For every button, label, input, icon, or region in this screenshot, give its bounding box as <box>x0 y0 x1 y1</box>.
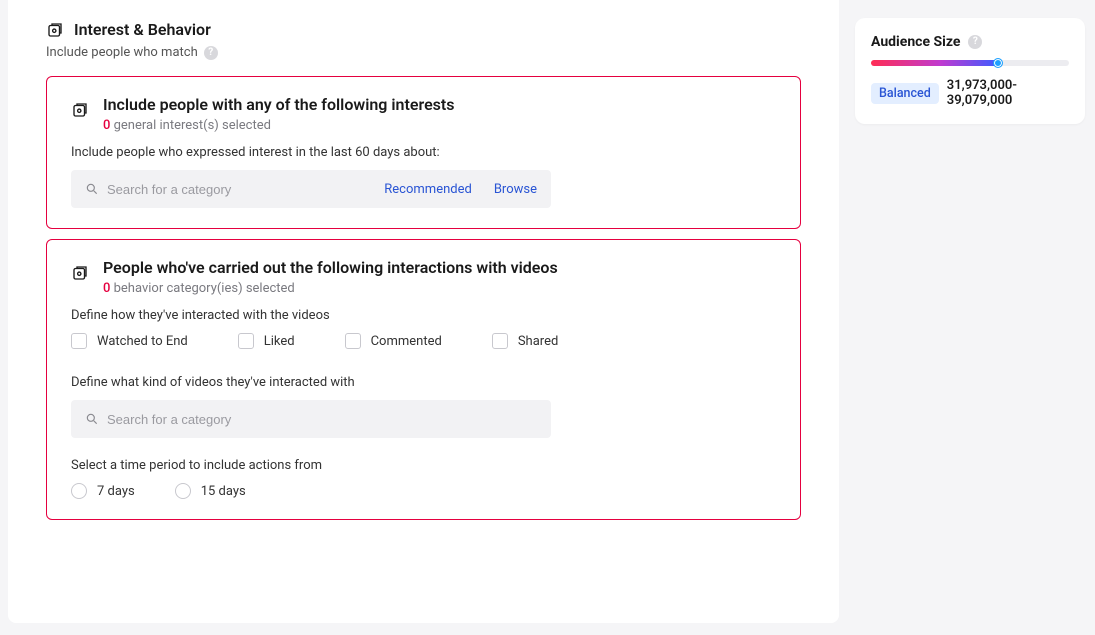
recommended-link[interactable]: Recommended <box>384 182 472 197</box>
behaviors-title: People who've carried out the following … <box>103 258 558 277</box>
checkbox-liked[interactable]: Liked <box>238 333 295 349</box>
checkbox-liked-input[interactable] <box>238 333 254 349</box>
behaviors-count: 0 behavior category(ies) selected <box>103 281 558 296</box>
audience-panel: Audience Size ? Balanced 31,973,000-39,0… <box>855 18 1085 124</box>
audience-size-fill <box>871 60 998 66</box>
interests-title: Include people with any of the following… <box>103 95 455 114</box>
interaction-checkboxes: Watched to End Liked Commented Shared <box>71 333 776 349</box>
section-title: Interest & Behavior <box>74 20 211 39</box>
video-kind-label: Define what kind of videos they've inter… <box>71 375 776 390</box>
search-icon <box>85 182 99 196</box>
radio-15days-input[interactable] <box>175 483 191 499</box>
interests-card: Include people with any of the following… <box>46 76 801 229</box>
main-panel: Interest & Behavior Include people who m… <box>8 0 839 623</box>
search-icon <box>85 412 99 426</box>
radio-7days[interactable]: 7 days <box>71 483 135 499</box>
radio-15days[interactable]: 15 days <box>175 483 246 499</box>
period-radios: 7 days 15 days <box>71 483 776 499</box>
section-header: Interest & Behavior <box>46 20 801 39</box>
section-subtitle: Include people who match ? <box>46 45 801 60</box>
checkbox-watched[interactable]: Watched to End <box>71 333 188 349</box>
radio-7days-input[interactable] <box>71 483 87 499</box>
interests-prompt: Include people who expressed interest in… <box>71 145 776 160</box>
interaction-label: Define how they've interacted with the v… <box>71 308 776 323</box>
checkbox-commented-input[interactable] <box>345 333 361 349</box>
audience-badge: Balanced <box>871 83 939 104</box>
behaviors-search-row <box>71 400 551 438</box>
interests-search-input[interactable] <box>107 182 376 197</box>
behaviors-search-input[interactable] <box>107 412 537 427</box>
checkbox-watched-input[interactable] <box>71 333 87 349</box>
side-panel: Audience Size ? Balanced 31,973,000-39,0… <box>855 0 1095 635</box>
interests-search-row: Recommended Browse <box>71 170 551 208</box>
audience-title: Audience Size ? <box>871 34 1069 50</box>
target-icon <box>71 95 89 119</box>
target-icon <box>46 21 64 39</box>
period-label: Select a time period to include actions … <box>71 458 776 473</box>
audience-size-bar <box>871 60 1069 66</box>
help-icon[interactable]: ? <box>204 46 218 60</box>
behaviors-card: People who've carried out the following … <box>46 239 801 520</box>
help-icon[interactable]: ? <box>968 35 982 49</box>
checkbox-shared[interactable]: Shared <box>492 333 558 349</box>
audience-size-info: Balanced 31,973,000-39,079,000 <box>871 78 1069 108</box>
browse-link[interactable]: Browse <box>494 182 537 197</box>
checkbox-commented[interactable]: Commented <box>345 333 442 349</box>
interests-count: 0 general interest(s) selected <box>103 118 455 133</box>
audience-range: 31,973,000-39,079,000 <box>947 78 1069 108</box>
target-icon <box>71 258 89 282</box>
audience-size-thumb <box>993 58 1003 68</box>
checkbox-shared-input[interactable] <box>492 333 508 349</box>
